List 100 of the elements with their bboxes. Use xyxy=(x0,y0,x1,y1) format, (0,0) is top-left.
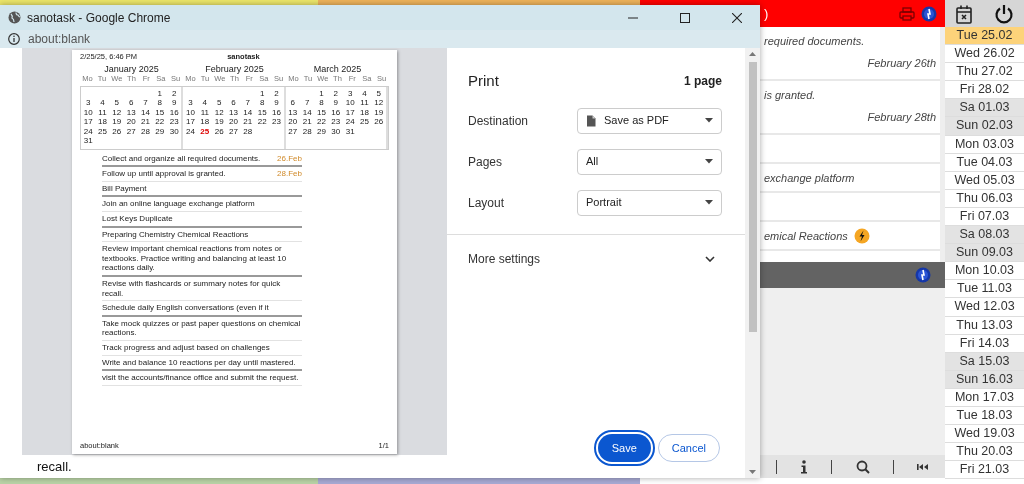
calendar-day: 26 xyxy=(109,126,124,137)
calendar-day: 24 xyxy=(183,126,198,137)
field-label: Layout xyxy=(468,194,506,212)
calendar-day: 6 xyxy=(226,98,241,108)
task-text: Collect and organize all required documents. xyxy=(102,153,261,164)
calendar-day: 14 xyxy=(300,107,315,118)
calendar-day: 6 xyxy=(285,98,300,108)
calendar-day: 10 xyxy=(81,107,96,118)
date-item[interactable]: Thu 13.03 xyxy=(945,316,1024,335)
calendar-day: 27 xyxy=(226,126,241,137)
calendar-day: 5 xyxy=(109,98,124,108)
dropdown-select[interactable]: All xyxy=(577,148,722,175)
calendar-day: 2 xyxy=(167,88,182,99)
month-title: February 2025 xyxy=(204,63,265,74)
calendar-day: 12 xyxy=(371,98,386,108)
date-item[interactable]: Sun 02.03 xyxy=(945,117,1024,136)
calendar-day: 15 xyxy=(152,107,167,118)
date-item[interactable]: Thu 20.03 xyxy=(945,443,1024,462)
more-settings-toggle[interactable]: More settings xyxy=(468,248,745,269)
task-date: 28.Feb xyxy=(277,169,302,179)
power-icon[interactable] xyxy=(993,3,1014,24)
printer-icon[interactable] xyxy=(899,6,915,21)
calendar-day: 26 xyxy=(212,126,227,137)
date-item[interactable]: Wed 19.03 xyxy=(945,425,1024,444)
calendar-day: 29 xyxy=(314,126,329,137)
date-item[interactable]: Mon 17.03 xyxy=(945,388,1024,407)
date-item[interactable]: Tue 18.03 xyxy=(945,406,1024,426)
date-item[interactable]: Wed 05.03 xyxy=(945,171,1024,190)
task-text: required documents. xyxy=(764,34,865,49)
calendar-day: 17 xyxy=(343,107,358,118)
scroll-down-icon[interactable] xyxy=(749,470,756,474)
calendar-day: 8 xyxy=(314,98,329,108)
page-count: 1 page xyxy=(684,73,722,91)
date-item[interactable]: Tue 11.03 xyxy=(945,280,1024,299)
scroll-up-icon[interactable] xyxy=(749,52,756,56)
calendar-day: 1 xyxy=(152,88,167,99)
calendar-day: 9 xyxy=(269,98,284,108)
calendar-day: 12 xyxy=(109,107,124,118)
calendar-day: 20 xyxy=(285,117,300,127)
calendar-day: 21 xyxy=(138,117,153,127)
task-date: February 28th xyxy=(867,109,936,125)
calendar-day: 20 xyxy=(124,117,139,127)
calendar-day: 11 xyxy=(95,107,110,118)
page-text: recall. xyxy=(36,458,73,476)
scrollbar[interactable] xyxy=(745,48,760,478)
date-item[interactable]: Tue 04.03 xyxy=(945,153,1024,172)
calendar-day: 5 xyxy=(371,88,386,99)
dropdown-select[interactable]: Portrait xyxy=(577,189,722,216)
calendar-day: 3 xyxy=(183,98,198,108)
calendar-day: 31 xyxy=(81,136,96,146)
cancel-button[interactable]: Cancel xyxy=(657,433,720,462)
date-item[interactable]: Tue 25.02 xyxy=(945,27,1024,46)
date-item[interactable]: Thu 06.03 xyxy=(945,189,1024,208)
info-icon[interactable] xyxy=(8,33,20,45)
calendar-day: 2 xyxy=(269,88,284,99)
scrollbar-thumb[interactable] xyxy=(748,62,757,332)
calendar-day: 19 xyxy=(109,117,124,127)
date-item[interactable]: Sun 09.03 xyxy=(945,244,1024,263)
calendar-day: 22 xyxy=(255,117,270,127)
calendar-day: 10 xyxy=(183,107,198,118)
calendar-day: 21 xyxy=(240,117,255,127)
info-icon[interactable] xyxy=(800,459,808,474)
task-text: is granted. xyxy=(764,88,816,103)
maximize-icon xyxy=(680,12,690,23)
date-item[interactable]: Sa 01.03 xyxy=(945,99,1024,118)
calendar-day: 22 xyxy=(152,117,167,127)
destination-select[interactable]: Save as PDF xyxy=(577,107,722,134)
caret-icon xyxy=(705,200,713,205)
calendar-day: 24 xyxy=(81,126,96,137)
skip-back-icon[interactable] xyxy=(917,462,930,471)
calendar-day: 1 xyxy=(255,88,270,99)
calendar-day: 29 xyxy=(152,126,167,137)
calendar-day: 13 xyxy=(226,107,241,118)
calendar-day: 17 xyxy=(81,117,96,127)
date-item[interactable]: Sa 08.03 xyxy=(945,226,1024,245)
calendar-day: 30 xyxy=(328,126,343,137)
task-date: February 26th xyxy=(867,55,936,71)
date-item[interactable]: Mon 10.03 xyxy=(945,262,1024,281)
orb-icon[interactable] xyxy=(915,267,931,283)
calendar-day: 3 xyxy=(81,98,96,108)
calendar-day: 27 xyxy=(285,126,300,137)
calendar-day: 9 xyxy=(167,98,182,108)
date-item[interactable]: Mon 03.03 xyxy=(945,135,1024,154)
calendar-day: 14 xyxy=(240,107,255,118)
date-item[interactable]: Thu 27.02 xyxy=(945,63,1024,82)
date-item[interactable]: Fri 21.03 xyxy=(945,461,1024,480)
calendar-day: 28 xyxy=(138,126,153,137)
calendar-x-icon[interactable] xyxy=(955,3,974,24)
task-text: visit the accounts/finance office and submit the request. xyxy=(102,373,299,383)
date-item[interactable]: Wed 26.02 xyxy=(945,45,1024,64)
date-item[interactable]: Fri 14.03 xyxy=(945,334,1024,353)
search-icon[interactable] xyxy=(855,459,870,474)
month-title: March 2025 xyxy=(312,63,363,74)
orb-icon[interactable] xyxy=(921,5,937,22)
calendar-day: 4 xyxy=(197,98,212,108)
file-icon xyxy=(586,114,596,127)
task-date: 26.Feb xyxy=(277,153,302,164)
month-title: January 2025 xyxy=(103,63,160,74)
calendar-day: 14 xyxy=(138,107,153,118)
date-item[interactable]: Wed 12.03 xyxy=(945,298,1024,317)
